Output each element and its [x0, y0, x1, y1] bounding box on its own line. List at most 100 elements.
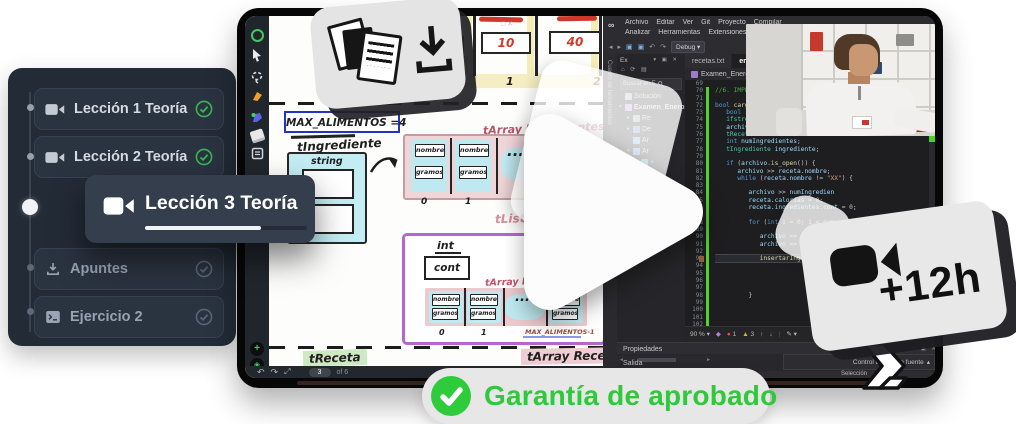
hero-composition: Lección 1 Teoría Lección 2 Teoría Apunte…	[0, 0, 1016, 424]
menu-item[interactable]: Extensiones	[708, 29, 746, 36]
menu-item[interactable]: Git	[701, 19, 710, 26]
menu-item[interactable]: Ver	[683, 19, 694, 26]
lesson-progress-bar	[145, 226, 307, 230]
pen-icon[interactable]	[245, 110, 269, 129]
highlighter-icon[interactable]	[245, 89, 269, 107]
string-type-label: string	[311, 156, 343, 167]
arrow-sketch	[369, 152, 403, 176]
badge-card-logo	[862, 120, 869, 125]
guarantee-badge: Garantía de aprobado	[422, 368, 770, 424]
warning-counter[interactable]: ▲ 3	[742, 331, 754, 338]
panel-controls[interactable]: ▾ ▣ ✕	[653, 57, 682, 63]
sidebar-item-label: Lección 1 Teoría	[74, 101, 195, 117]
max-alimentos-label: MAX_ALIMENTOS =4	[286, 117, 406, 129]
code-line[interactable]: tIngrediente ingrediente;	[715, 146, 929, 153]
timeline-dot-active	[22, 199, 38, 215]
max-alimentos-box: MAX_ALIMENTOS =4	[284, 111, 400, 133]
check-pending-icon	[195, 308, 213, 326]
tab-recetas-txt[interactable]: recetas.txt	[685, 54, 732, 68]
check-complete-icon	[195, 148, 213, 166]
expand-icon[interactable]: ⤢	[284, 367, 290, 377]
menu-item[interactable]: Herramientas	[658, 29, 700, 36]
code-line[interactable]: if (archivo.is_open()) {	[715, 160, 929, 167]
cell-nombre: nombre	[470, 294, 498, 306]
chair	[776, 108, 802, 136]
page-number-pill[interactable]: 3	[309, 368, 331, 377]
cell-nombre: nombre	[432, 294, 460, 306]
play-arrow-button[interactable]	[505, 92, 735, 332]
sidebar-item-leccion-3-active[interactable]: Lección 3 Teoría	[85, 175, 315, 243]
nav-down-icon[interactable]: ↓	[769, 331, 772, 338]
index-0: 0	[439, 328, 445, 337]
sidebar-item-ejercicio-2[interactable]: Ejercicio 2	[34, 296, 224, 338]
sidebar-item-leccion-2[interactable]: Lección 2 Teoría	[34, 136, 224, 178]
lesson-progress-fill	[145, 226, 261, 230]
record-icon[interactable]	[245, 29, 269, 47]
debug-dropdown[interactable]: Debug ▾	[671, 41, 705, 53]
check-pending-icon	[195, 260, 213, 278]
nav-forward-icon[interactable]: ▸	[618, 43, 622, 51]
int-type-label: int	[437, 239, 454, 252]
menu-item[interactable]: Archivo	[625, 19, 648, 26]
code-line[interactable]: archivo >> numIngredien	[715, 189, 929, 196]
lasso-icon[interactable]	[245, 71, 269, 89]
cpp-file-icon	[691, 71, 698, 78]
sketch-value: 40	[549, 31, 601, 54]
red-scribble	[557, 16, 597, 21]
undo-icon[interactable]: ↶	[649, 43, 655, 51]
timeline-dot	[27, 153, 34, 160]
nav-back-icon[interactable]: ◂	[609, 43, 613, 51]
nav-up-icon[interactable]: ↑	[760, 331, 763, 338]
code-line[interactable]: archivo >> receta.nombre;	[715, 168, 929, 175]
document-front-icon	[356, 30, 403, 85]
menu-item[interactable]: Editar	[656, 19, 674, 26]
undo-icon[interactable]: ↶	[257, 367, 265, 378]
code-line[interactable]	[715, 153, 929, 160]
save-icon[interactable]: ▣	[626, 43, 633, 51]
brand-logo	[856, 338, 930, 396]
save-all-icon[interactable]: ▣	[638, 43, 645, 51]
yellow-highlight	[465, 16, 472, 78]
page-total-label: of 6	[337, 369, 349, 376]
guarantee-label: Garantía de aprobado	[484, 380, 777, 412]
sidebar-item-label: Ejercicio 2	[70, 309, 195, 325]
red-book	[810, 32, 823, 51]
properties-label: Propiedades	[623, 346, 662, 353]
cursor-icon[interactable]	[245, 48, 269, 67]
code-line[interactable]	[715, 182, 929, 189]
redo-icon[interactable]: ↷	[660, 43, 666, 51]
timeline-dot	[27, 264, 34, 271]
index-1: 1	[481, 328, 487, 337]
edit-icon[interactable]: ✎ ▾	[786, 330, 797, 338]
cell-nombre: nombre	[415, 144, 445, 157]
timeline-dot	[27, 104, 34, 111]
download-icon	[409, 20, 457, 76]
menu-item[interactable]: Analizar	[625, 29, 650, 36]
sidebar-item-leccion-1[interactable]: Lección 1 Teoría	[34, 88, 224, 130]
resources-sticker	[309, 0, 467, 110]
sketch-value: 10	[481, 32, 531, 54]
webcam-video[interactable]	[746, 24, 935, 136]
eraser-icon[interactable]	[245, 129, 269, 147]
menu-item[interactable]: Proyecto	[718, 19, 746, 26]
sketch-line	[473, 16, 476, 76]
code-line[interactable]: while (receta.nombre != "XX") {	[715, 175, 929, 182]
index-1: 1	[465, 197, 471, 207]
sketch-window-glyphs: □ ✕	[501, 20, 513, 28]
cell-gramos: gramos	[470, 308, 496, 320]
tarray-receta-label: tArray Receta	[521, 347, 603, 365]
code-line[interactable]: int numIngredientes;	[715, 138, 929, 145]
sidebar-item-apuntes[interactable]: Apuntes	[34, 248, 224, 290]
gray-book	[896, 34, 914, 46]
redo-icon[interactable]: ↷	[271, 367, 279, 378]
download-icon	[45, 261, 61, 277]
visual-studio-logo-icon: ∞	[608, 20, 614, 30]
notes-icon[interactable]	[245, 147, 269, 165]
active-lesson-label: Lección 3 Teoría	[145, 192, 297, 215]
cell-gramos: gramos	[432, 308, 458, 320]
video-camera-icon	[45, 102, 65, 117]
sketch-line	[535, 16, 538, 76]
output-panel-label[interactable]: Salida	[623, 360, 642, 367]
check-complete-icon	[195, 100, 213, 118]
video-camera-icon	[45, 150, 65, 165]
